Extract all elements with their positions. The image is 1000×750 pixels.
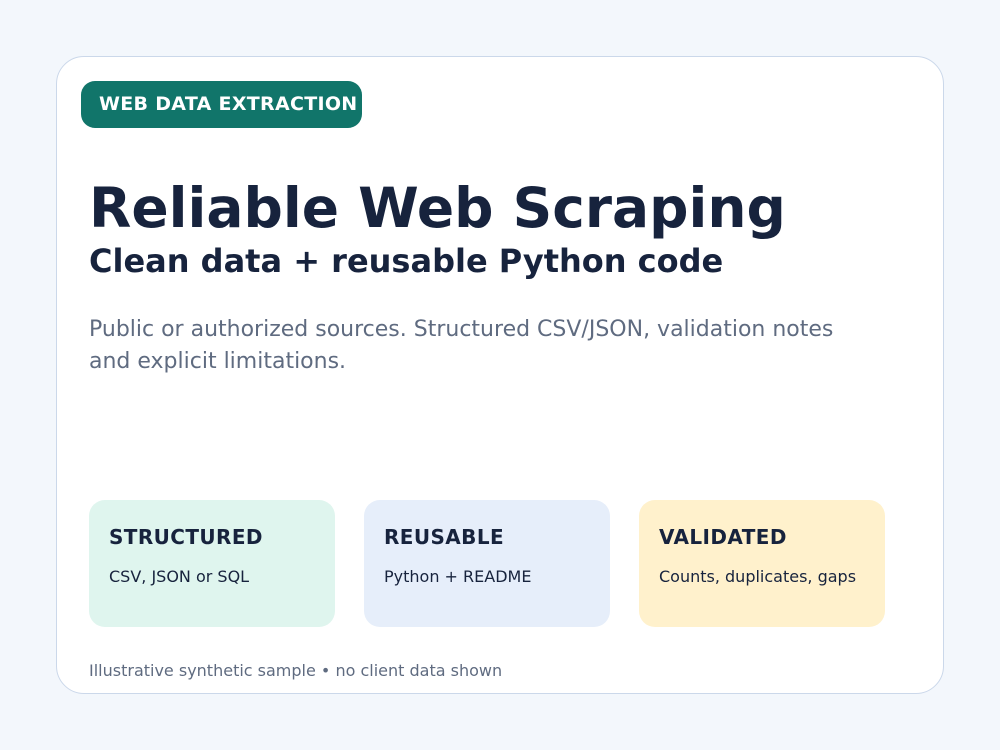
- feature-title: VALIDATED: [659, 525, 787, 549]
- feature-title: REUSABLE: [384, 525, 505, 549]
- feature-card-validated: VALIDATED Counts, duplicates, gaps: [639, 500, 885, 627]
- feature-card-reusable: REUSABLE Python + README: [364, 500, 610, 627]
- hero-card: WEB DATA EXTRACTION Reliable Web Scrapin…: [56, 56, 944, 694]
- category-badge: WEB DATA EXTRACTION: [81, 81, 362, 128]
- description: Public or authorized sources. Structured…: [89, 317, 834, 374]
- page-subtitle: Clean data + reusable Python code: [89, 242, 724, 280]
- feature-text: Counts, duplicates, gaps: [659, 567, 857, 586]
- footer-note: Illustrative synthetic sample • no clien…: [89, 661, 503, 680]
- feature-text: Python + README: [384, 567, 532, 586]
- feature-title: STRUCTURED: [109, 525, 263, 549]
- page-title: Reliable Web Scraping: [89, 176, 786, 240]
- feature-text: CSV, JSON or SQL: [109, 567, 250, 586]
- feature-card-structured: STRUCTURED CSV, JSON or SQL: [89, 500, 335, 627]
